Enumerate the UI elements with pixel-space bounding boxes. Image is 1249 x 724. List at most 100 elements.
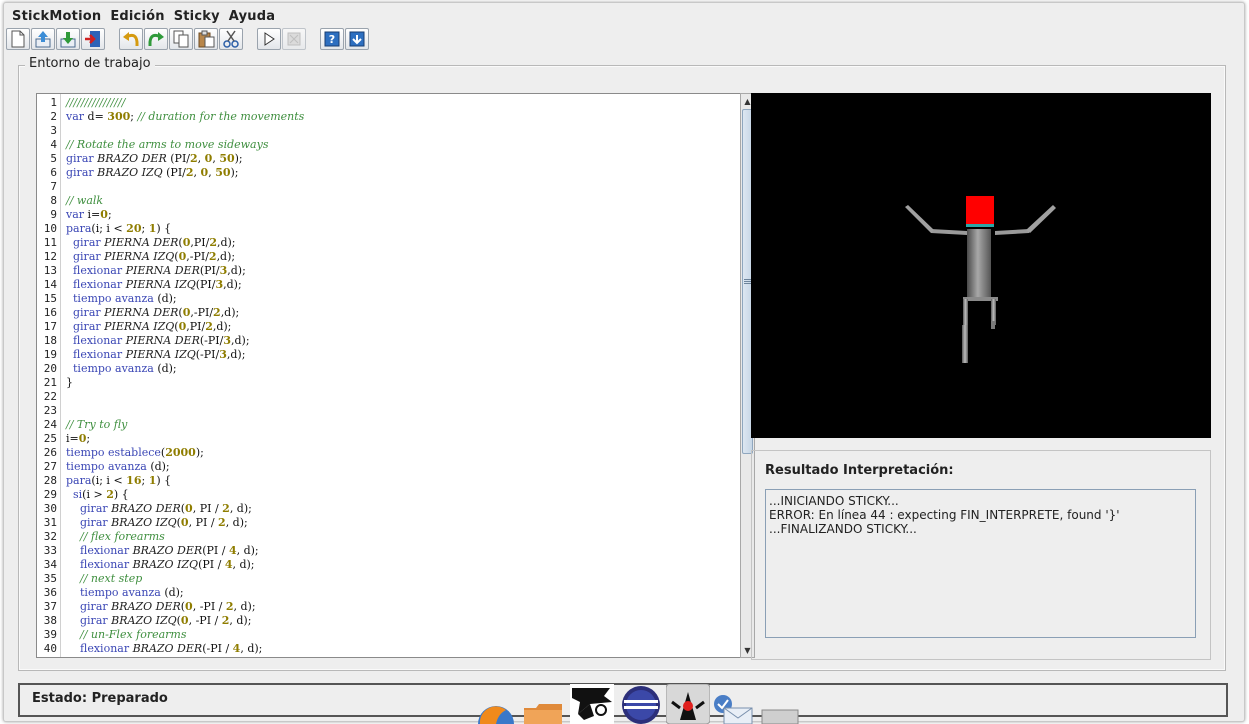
code-token: 3 bbox=[215, 278, 224, 291]
code-token: flexionar bbox=[80, 642, 133, 655]
inkscape-icon[interactable] bbox=[570, 684, 614, 724]
code-token: i= bbox=[66, 432, 79, 445]
redo-button[interactable] bbox=[144, 27, 168, 50]
code-token: ,d); bbox=[212, 320, 232, 333]
code-line: 26 tiempo establece(2000); bbox=[37, 446, 740, 460]
eclipse-icon[interactable] bbox=[620, 684, 662, 724]
code-token: // Try to fly bbox=[66, 418, 128, 431]
code-line: 31 girar BRAZO IZQ(0, PI / 2, d); bbox=[37, 516, 740, 530]
code-line: 19 flexionar PIERNA IZQ(-PI/3,d); bbox=[37, 348, 740, 362]
firefox-icon[interactable] bbox=[476, 702, 516, 724]
line-number: 29 bbox=[43, 488, 57, 501]
code-token: , PI / bbox=[192, 502, 223, 515]
code-line: 15 tiempo avanza (d); bbox=[37, 292, 740, 306]
menu-sticky[interactable]: Sticky bbox=[172, 9, 227, 24]
line-number: 34 bbox=[43, 558, 57, 571]
thigh-left bbox=[963, 299, 968, 325]
line-number: 36 bbox=[43, 586, 57, 599]
undo-button[interactable] bbox=[119, 27, 143, 50]
save-file-button[interactable] bbox=[56, 27, 80, 50]
code-text: flexionar PIERNA IZQ(-PI/3,d); bbox=[66, 348, 245, 362]
line-number: 5 bbox=[50, 152, 57, 165]
help-button[interactable]: ? bbox=[320, 27, 344, 50]
code-text: tiempo avanza (d); bbox=[66, 362, 177, 376]
menu-edicion[interactable]: Edición bbox=[108, 9, 171, 24]
code-token: ; bbox=[141, 222, 149, 235]
main-window: StickMotion Edición Sticky Ayuda ? Entor… bbox=[3, 2, 1245, 722]
menu-stickmotion[interactable]: StickMotion bbox=[10, 9, 108, 24]
line-number: 12 bbox=[43, 250, 57, 263]
code-token: // Rotate the arms to move sideways bbox=[66, 138, 269, 151]
code-token: tiempo establece bbox=[66, 446, 161, 459]
code-token: , d); bbox=[229, 614, 252, 627]
3d-viewport[interactable] bbox=[751, 93, 1211, 438]
code-token: tiempo avanza bbox=[80, 586, 165, 599]
line-number: 23 bbox=[43, 404, 57, 417]
code-token: 16 bbox=[126, 474, 142, 487]
code-text: girar BRAZO IZQ (PI/2, 0, 50); bbox=[66, 166, 239, 180]
result-output[interactable]: ...INICIANDO STICKY... ERROR: En línea 4… bbox=[765, 489, 1196, 638]
code-line: 7 bbox=[37, 180, 740, 194]
cut-button[interactable] bbox=[219, 27, 243, 50]
app-icon[interactable] bbox=[760, 708, 800, 724]
code-token: var bbox=[66, 208, 88, 221]
code-line: 6 girar BRAZO IZQ (PI/2, 0, 50); bbox=[37, 166, 740, 180]
code-token: , d); bbox=[229, 502, 252, 515]
info-icon bbox=[348, 30, 366, 48]
code-line: 2 var d= 300; // duration for the movemen… bbox=[37, 110, 740, 124]
copy-button[interactable] bbox=[169, 27, 193, 50]
code-token: ); bbox=[234, 152, 243, 165]
code-token: girar bbox=[80, 600, 112, 613]
code-text: // Rotate the arms to move sideways bbox=[66, 138, 268, 152]
line-number: 28 bbox=[43, 474, 57, 487]
code-token: 300 bbox=[107, 110, 131, 123]
code-token: (-PI/ bbox=[199, 334, 224, 347]
code-text: flexionar PIERNA DER(PI/3,d); bbox=[66, 264, 246, 278]
code-token: (i; i < bbox=[91, 222, 127, 235]
code-line: 29 si(i > 2) { bbox=[37, 488, 740, 502]
code-text: flexionar BRAZO DER(PI / 4, d); bbox=[66, 544, 259, 558]
open-file-button[interactable] bbox=[31, 27, 55, 50]
code-token: tiempo avanza bbox=[66, 460, 151, 473]
code-token: PIERNA IZQ bbox=[104, 250, 175, 263]
new-file-button[interactable] bbox=[6, 27, 30, 50]
line-number: 7 bbox=[50, 180, 57, 193]
paste-icon bbox=[197, 30, 215, 48]
code-text: tiempo establece(2000); bbox=[66, 446, 204, 460]
code-token: } bbox=[66, 376, 73, 389]
mail-check-icon[interactable] bbox=[712, 694, 754, 724]
code-token: 2 bbox=[208, 250, 217, 263]
new-file-icon bbox=[10, 30, 26, 48]
code-token: 0 bbox=[180, 614, 189, 627]
line-number: 1 bbox=[50, 96, 57, 109]
code-token: 3 bbox=[223, 334, 231, 347]
code-token: girar bbox=[66, 152, 98, 165]
code-editor[interactable]: 1////////////////2 var d= 300; // duratio… bbox=[36, 93, 741, 658]
code-line: 18 flexionar PIERNA DER(-PI/3,d); bbox=[37, 334, 740, 348]
code-token: 0 bbox=[185, 502, 193, 515]
paste-button[interactable] bbox=[194, 27, 218, 50]
code-token: girar bbox=[73, 250, 105, 263]
exit-button[interactable] bbox=[81, 27, 105, 50]
play-button[interactable] bbox=[257, 27, 281, 50]
info-button[interactable] bbox=[345, 27, 369, 50]
code-token: (-PI/ bbox=[195, 348, 220, 361]
code-token: 20 bbox=[126, 222, 142, 235]
java-duke-icon[interactable] bbox=[666, 684, 710, 724]
menu-bar: StickMotion Edición Sticky Ayuda bbox=[4, 5, 1244, 27]
code-token: ; bbox=[86, 432, 91, 445]
code-text: i=0; bbox=[66, 432, 90, 446]
code-text: var d= 300; // duration for the movement… bbox=[66, 110, 304, 124]
status-text: Estado: Preparado bbox=[32, 691, 168, 706]
folder-icon[interactable] bbox=[522, 702, 564, 724]
code-text: flexionar PIERNA DER(-PI/3,d); bbox=[66, 334, 250, 348]
line-number: 26 bbox=[43, 446, 57, 459]
stop-button[interactable] bbox=[282, 27, 306, 50]
code-token: (i > bbox=[82, 488, 107, 501]
menu-ayuda[interactable]: Ayuda bbox=[227, 9, 282, 24]
shin-left bbox=[962, 325, 968, 363]
code-line: 3 bbox=[37, 124, 740, 138]
